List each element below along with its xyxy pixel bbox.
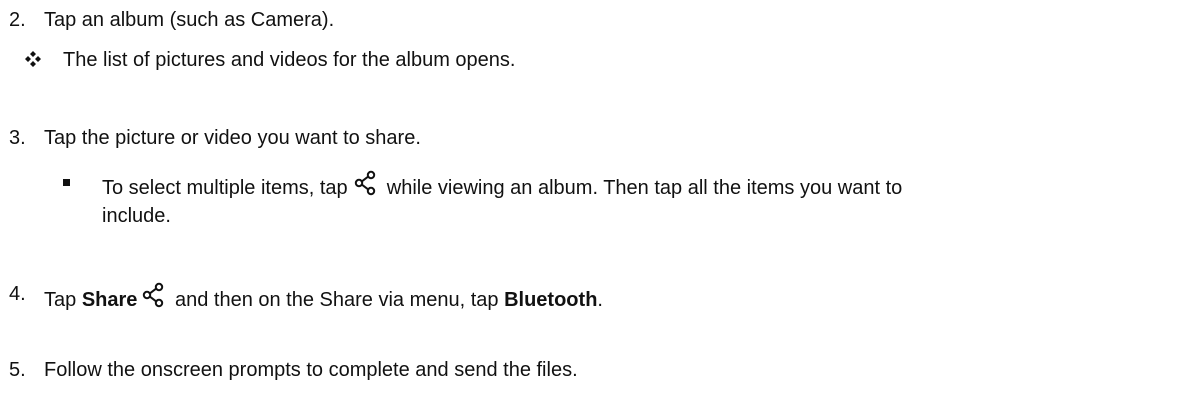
step-4-before: Tap — [44, 289, 82, 311]
result-text: The list of pictures and videos for the … — [63, 49, 516, 71]
four-diamond-bullet-icon — [25, 51, 41, 67]
share-icon — [355, 170, 376, 196]
note-line-1: To select multiple items, tap while view… — [102, 170, 902, 200]
step-number: 2. — [9, 9, 26, 31]
note-text-before-icon: To select multiple items, tap — [102, 177, 354, 199]
step-text: Follow the onscreen prompts to complete … — [44, 359, 578, 381]
step-text: Tap an album (such as Camera). — [44, 9, 335, 31]
step-4-middle: and then on the Share via menu, tap — [169, 289, 505, 311]
note-line-2: include. — [102, 205, 171, 227]
square-bullet-icon — [63, 179, 70, 186]
bluetooth-label: Bluetooth — [504, 289, 598, 311]
step-number: 5. — [9, 359, 26, 381]
share-icon — [143, 282, 164, 308]
step-4-end: . — [597, 289, 603, 311]
note-text-after-icon: while viewing an album. Then tap all the… — [386, 177, 903, 199]
step-text: Tap the picture or video you want to sha… — [44, 127, 421, 149]
step-number: 3. — [9, 127, 26, 149]
step-text: Tap Share and then on the Share via menu… — [44, 282, 603, 312]
step-number: 4. — [9, 283, 26, 305]
share-label: Share — [81, 289, 138, 311]
